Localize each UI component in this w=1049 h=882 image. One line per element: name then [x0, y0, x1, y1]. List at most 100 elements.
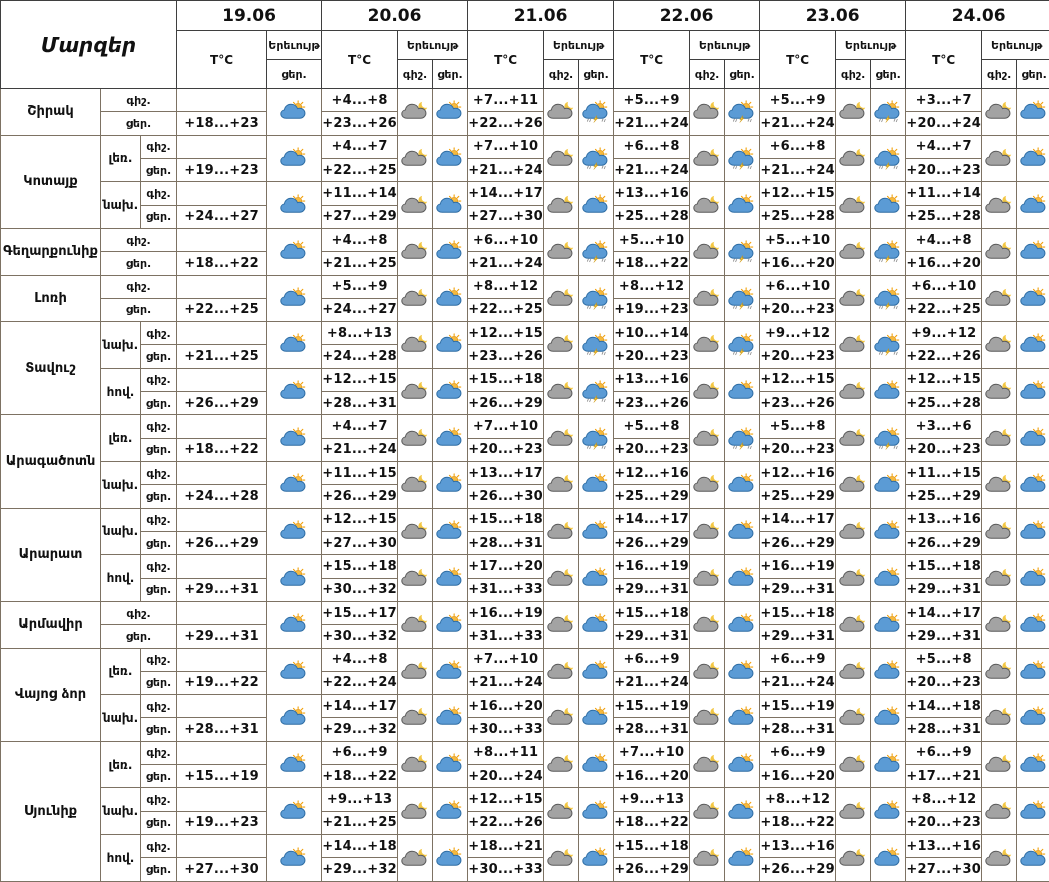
day-temp-cell: +26...+29 — [613, 530, 691, 556]
thunderstorm-rain-icon — [726, 147, 759, 170]
night-temp-cell: +6...+9 — [759, 647, 837, 672]
zone-cell: լեռ. — [100, 414, 141, 462]
night-icon-cell — [981, 88, 1018, 136]
night-temp-cell: +14...+18 — [905, 694, 983, 719]
day-icon-cell — [266, 694, 323, 742]
night-temp-cell: +12...+15 — [321, 367, 399, 393]
day-temp-cell: +16...+20 — [759, 764, 837, 789]
moon-behind-cloud-icon — [399, 566, 432, 590]
night-icon-cell — [835, 787, 872, 835]
date-header: 22.06 — [613, 0, 761, 31]
night-temp-cell: +7...+10 — [467, 414, 545, 439]
night-icon-cell — [835, 694, 872, 742]
sun-behind-cloud-icon — [580, 800, 613, 823]
night-icon-cell — [981, 274, 1018, 323]
sun-behind-cloud-icon — [268, 706, 321, 729]
night-temp-cell: +13...+16 — [905, 833, 983, 859]
day-icon-cell — [266, 181, 323, 229]
day-temp-cell: +20...+23 — [905, 157, 983, 183]
day-temp-cell: +26...+29 — [613, 857, 691, 882]
sun-behind-cloud-icon — [434, 380, 467, 403]
sun-behind-cloud-icon — [434, 147, 467, 170]
night-temp-cell: +8...+11 — [467, 740, 545, 766]
day-subheader: ցեր. — [578, 59, 615, 89]
table-row: Սյունիք լեռ. գիշ. +6...+9 +8...+11 +7...+10 +6… — [0, 740, 1049, 882]
day-temp-cell: +27...+30 — [905, 857, 983, 882]
sun-behind-cloud-icon — [580, 566, 613, 590]
day-temp-cell: +21...+24 — [613, 670, 691, 696]
day-temp-cell: +28...+31 — [467, 530, 545, 556]
moon-behind-cloud-icon — [837, 240, 870, 263]
sun-behind-cloud-icon — [580, 706, 613, 729]
night-icon-cell — [981, 367, 1018, 416]
sun-behind-cloud-icon — [268, 800, 321, 823]
time-label-night: գիշ. — [139, 507, 178, 532]
night-temp-cell: +6...+8 — [759, 134, 837, 159]
night-icon-cell — [397, 507, 434, 556]
sun-behind-cloud-icon — [1018, 706, 1049, 729]
moon-behind-cloud-icon — [691, 426, 724, 450]
night-temp-cell: +8...+12 — [467, 274, 545, 299]
sun-behind-cloud-icon — [434, 660, 467, 683]
date-header: 24.06 — [905, 0, 1049, 31]
sun-behind-cloud-icon — [872, 753, 905, 776]
moon-behind-cloud-icon — [983, 380, 1016, 403]
night-temp-cell: +14...+18 — [321, 833, 399, 859]
night-icon-cell — [981, 461, 1018, 509]
moon-behind-cloud-icon — [837, 519, 870, 543]
night-icon-cell — [543, 647, 580, 696]
day-icon-cell — [724, 321, 761, 369]
day-icon-cell — [870, 647, 907, 696]
day-icon-cell — [578, 321, 615, 369]
day-temp-cell: +19...+23 — [176, 157, 268, 183]
night-subheader: գիշ. — [543, 59, 580, 89]
day-icon-cell — [724, 507, 761, 556]
night-icon-cell — [981, 181, 1018, 229]
day-icon-cell — [724, 787, 761, 835]
time-label-day: ցեր. — [99, 251, 178, 276]
date-header: 21.06 — [467, 0, 615, 31]
time-label-night: գիշ. — [139, 647, 178, 672]
night-icon-cell — [543, 600, 580, 649]
moon-behind-cloud-icon — [837, 473, 870, 496]
moon-behind-cloud-icon — [691, 380, 724, 403]
day-icon-cell — [432, 461, 469, 509]
thunderstorm-rain-icon — [872, 333, 905, 357]
day-icon-cell — [432, 694, 469, 742]
moon-behind-cloud-icon — [399, 846, 432, 870]
night-icon-cell — [835, 134, 872, 183]
moon-behind-cloud-icon — [545, 333, 578, 356]
moon-behind-cloud-icon — [691, 473, 724, 496]
day-icon-cell — [432, 274, 469, 323]
sun-behind-cloud-icon — [872, 473, 905, 496]
night-icon-cell — [543, 321, 580, 369]
moon-behind-cloud-icon — [983, 193, 1016, 217]
sun-behind-cloud-icon — [268, 147, 321, 170]
day-temp-cell: +21...+25 — [321, 251, 399, 276]
night-icon-cell — [689, 834, 726, 882]
sun-behind-cloud-icon — [580, 660, 613, 683]
day-temp-cell: +18...+22 — [176, 437, 268, 463]
sun-behind-cloud-icon — [434, 287, 467, 310]
time-label-night: գիշ. — [99, 274, 178, 299]
moon-behind-cloud-icon — [691, 799, 724, 823]
zone-cell: հով. — [100, 367, 141, 416]
time-label-night: գիշ. — [139, 321, 178, 346]
day-temp-cell: +22...+25 — [905, 297, 983, 323]
moon-behind-cloud-icon — [837, 613, 870, 636]
sun-behind-cloud-icon — [434, 333, 467, 356]
moon-behind-cloud-icon — [691, 566, 724, 590]
night-temp-cell — [176, 321, 268, 346]
day-icon-cell — [266, 507, 323, 556]
night-icon-cell — [689, 507, 726, 556]
thunderstorm-rain-icon — [580, 100, 613, 123]
night-temp-cell: +4...+8 — [321, 87, 399, 113]
phenomenon-header: Երեւույթ — [689, 30, 761, 60]
moon-behind-cloud-icon — [545, 799, 578, 823]
sun-behind-cloud-icon — [726, 800, 759, 823]
day-temp-cell: +25...+29 — [905, 484, 983, 509]
night-temp-cell: +17...+20 — [467, 554, 545, 579]
time-label-day: ցեր. — [99, 111, 178, 136]
sun-behind-cloud-icon — [268, 473, 321, 496]
night-icon-cell — [689, 88, 726, 136]
